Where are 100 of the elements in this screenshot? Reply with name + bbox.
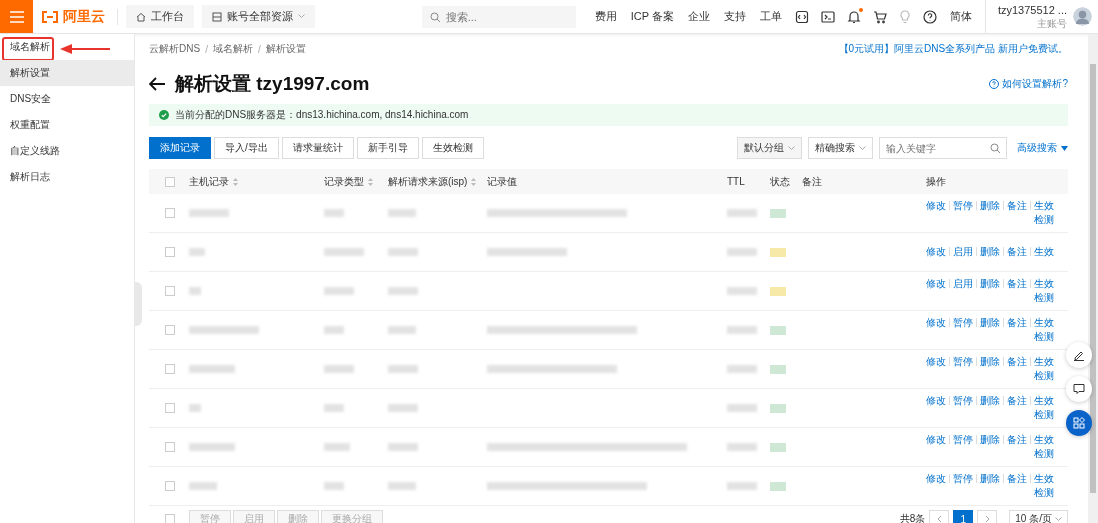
chevron-down-icon[interactable]: [788, 145, 795, 151]
sort-icon[interactable]: [368, 177, 373, 186]
action-link[interactable]: 生效检测: [1034, 433, 1054, 461]
checkbox[interactable]: [165, 364, 175, 374]
action-link[interactable]: 暂停: [953, 395, 973, 406]
action-link[interactable]: 暂停: [953, 317, 973, 328]
search-icon[interactable]: [990, 143, 1001, 154]
search-mode-dropdown[interactable]: 精确搜索: [808, 137, 873, 159]
help-link[interactable]: 如何设置解析?: [1002, 77, 1068, 91]
help-icon[interactable]: [922, 9, 937, 24]
action-link[interactable]: 生效检测: [1034, 199, 1054, 227]
sidebar-item[interactable]: 域名解析: [0, 34, 134, 60]
prev-page-button[interactable]: [929, 509, 950, 523]
action-link[interactable]: 修改: [926, 278, 946, 289]
checkbox[interactable]: [165, 176, 175, 187]
menu-button[interactable]: [0, 0, 33, 33]
resources-dropdown[interactable]: 账号全部资源: [202, 5, 315, 28]
nav-link[interactable]: 工单: [759, 9, 782, 24]
nav-link[interactable]: 费用: [594, 9, 617, 24]
advanced-search-link[interactable]: 高级搜索: [1017, 141, 1057, 155]
page-size-dropdown[interactable]: 10 条/页: [1009, 509, 1068, 523]
chevron-left-icon[interactable]: [936, 515, 942, 523]
toolbar-button[interactable]: 新手引导: [356, 137, 419, 159]
action-link[interactable]: 备注: [1007, 246, 1027, 257]
action-link[interactable]: 启用: [953, 246, 973, 257]
checkbox[interactable]: [165, 442, 175, 452]
action-link[interactable]: 修改: [926, 317, 946, 328]
language-link[interactable]: 简体: [949, 9, 972, 24]
nav-link[interactable]: 企业: [687, 9, 710, 24]
action-link[interactable]: 备注: [1007, 200, 1027, 211]
action-link[interactable]: 生效检测: [1034, 472, 1054, 500]
action-link[interactable]: 删除: [980, 200, 1000, 211]
action-link[interactable]: 备注: [1007, 356, 1027, 367]
toolbar-button[interactable]: 添加记录: [149, 137, 211, 159]
chat-button[interactable]: [1066, 376, 1092, 402]
sort-icon[interactable]: [233, 177, 238, 186]
keyword-field[interactable]: 输入关键字: [879, 137, 1007, 159]
nav-link[interactable]: 支持: [723, 9, 746, 24]
action-link[interactable]: 生效检测: [1034, 394, 1054, 422]
action-link[interactable]: 生效检测: [1034, 355, 1054, 383]
toolbar-button[interactable]: 导入/导出: [214, 137, 279, 159]
checkbox[interactable]: [165, 514, 175, 523]
action-link[interactable]: 备注: [1007, 473, 1027, 484]
edit-button[interactable]: [1066, 342, 1092, 368]
action-link[interactable]: 生效检测: [1034, 316, 1054, 344]
next-page-button[interactable]: [977, 509, 998, 523]
checkbox[interactable]: [165, 403, 175, 413]
menu-icon[interactable]: [9, 10, 24, 23]
sidebar-item[interactable]: 解析日志: [0, 164, 134, 190]
action-link[interactable]: 删除: [980, 356, 1000, 367]
pencil-icon[interactable]: [1073, 349, 1085, 361]
checkbox[interactable]: [165, 286, 175, 296]
list-icon[interactable]: [212, 11, 222, 22]
action-link[interactable]: 暂停: [953, 473, 973, 484]
action-link[interactable]: 暂停: [953, 200, 973, 211]
scrollbar[interactable]: [1090, 64, 1096, 493]
action-link[interactable]: 修改: [926, 356, 946, 367]
action-link[interactable]: 备注: [1007, 278, 1027, 289]
action-link[interactable]: 暂停: [953, 356, 973, 367]
apps-icon[interactable]: [1073, 417, 1085, 429]
chat-icon[interactable]: [1073, 383, 1085, 395]
sidebar-item[interactable]: 解析设置: [0, 60, 134, 86]
action-link[interactable]: 暂停: [953, 434, 973, 445]
chevron-down-icon[interactable]: [859, 145, 866, 151]
sort-icon[interactable]: [471, 177, 477, 186]
search-field[interactable]: 搜索...: [421, 5, 576, 28]
cart-icon[interactable]: [872, 9, 887, 24]
action-link[interactable]: 修改: [926, 473, 946, 484]
back-arrow-icon[interactable]: [149, 77, 165, 91]
breadcrumb-link[interactable]: 云解析DNS: [149, 42, 201, 56]
terminal-icon[interactable]: [820, 10, 835, 23]
sidebar-item[interactable]: 自定义线路: [0, 138, 134, 164]
action-link[interactable]: 生效检测: [1034, 277, 1054, 305]
bell-icon[interactable]: [846, 9, 861, 24]
breadcrumb-link[interactable]: 解析设置: [265, 42, 306, 56]
action-link[interactable]: 备注: [1007, 395, 1027, 406]
user-name[interactable]: tzy1375512 ...: [997, 2, 1067, 17]
checkbox[interactable]: [165, 208, 175, 218]
action-link[interactable]: 修改: [926, 434, 946, 445]
sidebar-item[interactable]: DNS安全: [0, 86, 134, 112]
workbench-button[interactable]: 工作台: [126, 5, 194, 28]
action-link[interactable]: 删除: [980, 246, 1000, 257]
lightbulb-icon[interactable]: [898, 9, 911, 24]
action-link[interactable]: 删除: [980, 317, 1000, 328]
action-link[interactable]: 启用: [953, 278, 973, 289]
action-link[interactable]: 备注: [1007, 317, 1027, 328]
apps-button[interactable]: [1066, 410, 1092, 436]
checkbox[interactable]: [165, 247, 175, 257]
action-link[interactable]: 修改: [926, 246, 946, 257]
action-link[interactable]: 生效: [1034, 246, 1054, 257]
breadcrumb-link[interactable]: 域名解析: [212, 42, 253, 56]
code-icon[interactable]: [794, 9, 809, 24]
group-dropdown[interactable]: 默认分组: [737, 137, 802, 159]
toolbar-button[interactable]: 请求量统计: [281, 137, 354, 159]
sidebar-item[interactable]: 权重配置: [0, 112, 134, 138]
search-icon[interactable]: [429, 11, 441, 23]
action-link[interactable]: 删除: [980, 278, 1000, 289]
action-link[interactable]: 删除: [980, 473, 1000, 484]
home-icon[interactable]: [136, 11, 146, 22]
action-link[interactable]: 修改: [926, 395, 946, 406]
